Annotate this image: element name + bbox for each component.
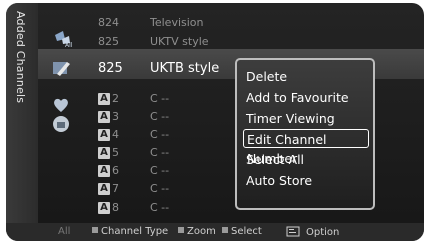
channel-list-icon: All xyxy=(55,31,73,49)
analog-badge: A xyxy=(98,165,110,177)
footer-option[interactable]: Option xyxy=(286,226,339,238)
analog-badge: A xyxy=(98,93,110,105)
side-tab-label: Added Channels xyxy=(14,11,27,104)
option-menu: Delete Add to Favourite Timer Viewing Ed… xyxy=(235,58,375,210)
icon-column: All xyxy=(46,3,76,223)
edit-icon xyxy=(53,62,70,76)
lock-icon xyxy=(53,116,69,132)
button-square-icon xyxy=(92,227,98,233)
heart-icon xyxy=(54,98,68,112)
footer-all: All xyxy=(58,226,71,237)
analog-badge: A xyxy=(98,183,110,195)
channel-list-screen: Added Channels All 824 Television 825 UK… xyxy=(6,3,424,241)
menu-item-select-all[interactable]: Select All xyxy=(243,150,369,169)
footer-channel-type[interactable]: Channel Type xyxy=(92,226,168,237)
button-square-icon xyxy=(178,227,184,233)
menu-item-auto-store[interactable]: Auto Store xyxy=(243,171,369,190)
footer-bar: All Channel Type Zoom Select Option xyxy=(6,223,424,241)
svg-text:All: All xyxy=(65,42,73,49)
menu-item-timer-viewing[interactable]: Timer Viewing xyxy=(243,109,369,128)
footer-zoom[interactable]: Zoom xyxy=(178,226,216,237)
side-tab[interactable]: Added Channels xyxy=(6,3,38,223)
footer-select[interactable]: Select xyxy=(222,226,262,237)
analog-badge: A xyxy=(98,129,110,141)
menu-item-edit-channel-number[interactable]: Edit Channel Number xyxy=(243,129,369,166)
analog-badge: A xyxy=(98,147,110,159)
button-square-icon xyxy=(222,227,228,233)
analog-badge: A xyxy=(98,111,110,123)
remote-option-icon xyxy=(286,226,300,237)
menu-item-delete[interactable]: Delete xyxy=(243,67,369,86)
menu-item-add-to-favourite[interactable]: Add to Favourite xyxy=(243,88,369,107)
analog-badge: A xyxy=(98,202,110,214)
